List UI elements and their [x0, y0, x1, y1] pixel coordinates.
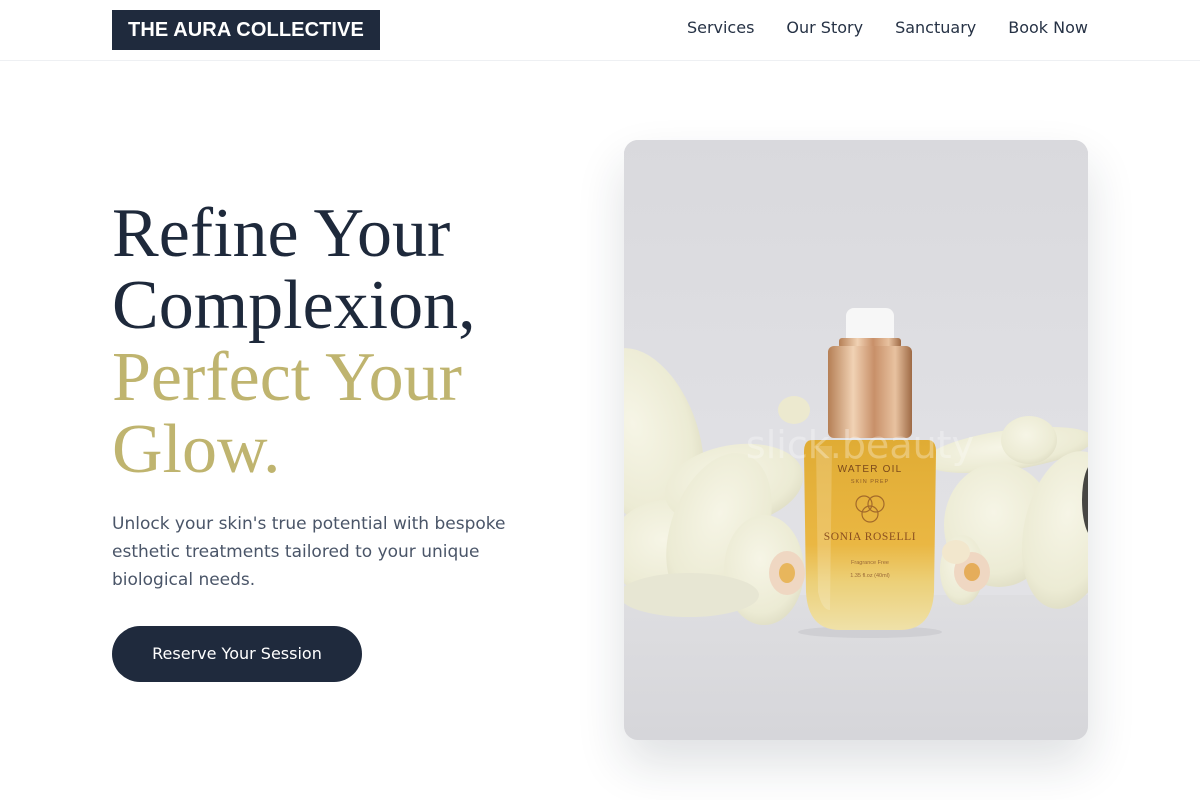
reserve-session-button[interactable]: Reserve Your Session	[112, 626, 362, 682]
nav-link-book-now[interactable]: Book Now	[1008, 17, 1088, 39]
main-nav: Services Our Story Sanctuary Book Now	[687, 17, 1088, 39]
hero-product-image: WATER OIL SKIN PREP SONIA ROSELLI Fragra…	[624, 140, 1088, 740]
svg-text:SKIN PREP: SKIN PREP	[851, 479, 889, 485]
hero-description: Unlock your skin's true potential with b…	[112, 514, 506, 590]
svg-text:Fragrance Free: Fragrance Free	[851, 560, 889, 566]
nav-link-sanctuary[interactable]: Sanctuary	[895, 17, 976, 39]
product-photo: WATER OIL SKIN PREP SONIA ROSELLI Fragra…	[624, 140, 1088, 740]
watermark-text: slick.beauty	[746, 423, 974, 467]
hero-title-line: Complexion,	[112, 267, 476, 344]
hero-title-accent-line: Glow.	[112, 411, 281, 488]
nav-link-services[interactable]: Services	[687, 17, 754, 39]
svg-text:SONIA ROSELLI: SONIA ROSELLI	[824, 531, 916, 543]
hero-title: Refine Your Complexion, Perfect Your Glo…	[112, 198, 592, 486]
hero-title-line: Refine Your	[112, 195, 451, 272]
svg-text:1.35 fl.oz (40ml): 1.35 fl.oz (40ml)	[850, 573, 890, 579]
site-header: THE AURA COLLECTIVE Services Our Story S…	[0, 0, 1200, 61]
nav-link-our-story[interactable]: Our Story	[786, 17, 863, 39]
hero-title-accent-line: Perfect Your	[112, 339, 462, 416]
brand-logo[interactable]: THE AURA COLLECTIVE	[112, 10, 380, 50]
